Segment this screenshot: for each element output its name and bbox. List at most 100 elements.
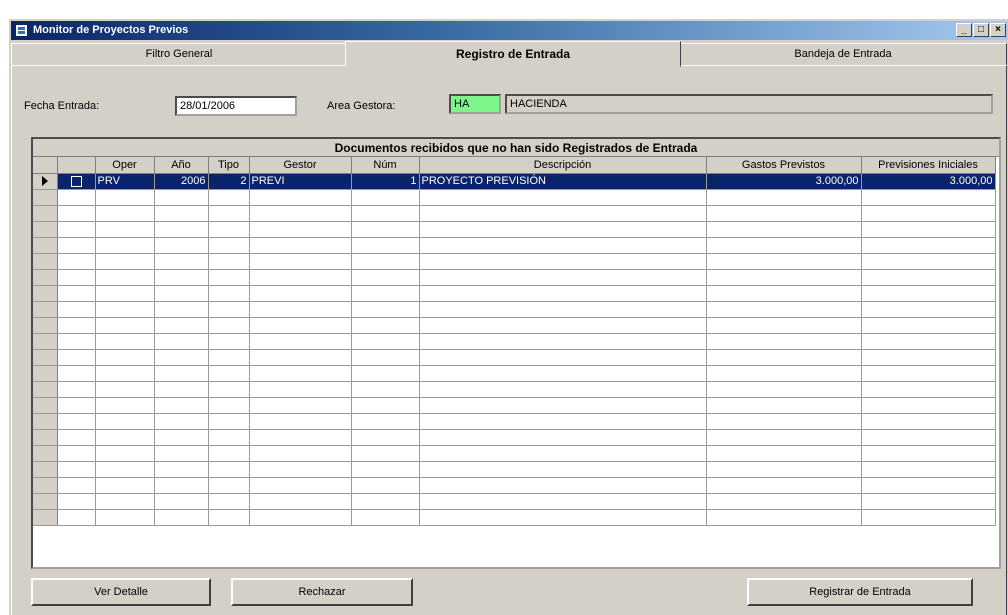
empty-cell[interactable] <box>57 365 96 382</box>
empty-cell[interactable] <box>419 317 707 334</box>
title-bar[interactable]: Monitor de Proyectos Previos _ □ × <box>11 21 1008 40</box>
empty-cell[interactable] <box>861 397 996 414</box>
empty-cell[interactable] <box>861 429 996 446</box>
row-checkbox[interactable] <box>70 175 82 187</box>
empty-cell[interactable] <box>249 509 352 526</box>
empty-cell[interactable] <box>95 493 155 510</box>
empty-cell[interactable] <box>419 205 707 222</box>
empty-cell[interactable] <box>249 269 352 286</box>
empty-cell[interactable] <box>706 477 862 494</box>
col-header-gestor[interactable]: Gestor <box>249 157 352 174</box>
empty-cell[interactable] <box>95 285 155 302</box>
empty-cell[interactable] <box>57 429 96 446</box>
empty-cell[interactable] <box>154 237 209 254</box>
empty-cell[interactable] <box>351 333 420 350</box>
empty-cell[interactable] <box>57 509 96 526</box>
empty-cell[interactable] <box>351 221 420 238</box>
empty-cell[interactable] <box>351 461 420 478</box>
empty-cell[interactable] <box>351 477 420 494</box>
fecha-entrada-field[interactable]: 28/01/2006 <box>175 96 297 116</box>
empty-cell[interactable] <box>249 493 352 510</box>
table-row-empty[interactable] <box>33 397 996 414</box>
empty-cell[interactable] <box>861 461 996 478</box>
empty-cell[interactable] <box>706 237 862 254</box>
table-row-empty[interactable] <box>33 333 996 350</box>
empty-cell[interactable] <box>861 381 996 398</box>
table-row-empty[interactable] <box>33 221 996 238</box>
col-header-tipo[interactable]: Tipo <box>208 157 250 174</box>
registrar-entrada-button[interactable]: Registrar de Entrada <box>747 578 973 606</box>
cell-oper[interactable]: PRV <box>95 173 155 190</box>
empty-cell[interactable] <box>154 509 209 526</box>
area-code-field[interactable]: HA <box>449 94 501 114</box>
table-row-empty[interactable] <box>33 205 996 222</box>
empty-cell[interactable] <box>95 205 155 222</box>
empty-cell[interactable] <box>208 237 250 254</box>
empty-cell[interactable] <box>706 381 862 398</box>
empty-cell[interactable] <box>419 461 707 478</box>
empty-cell[interactable] <box>249 461 352 478</box>
empty-cell[interactable] <box>57 301 96 318</box>
empty-cell[interactable] <box>419 365 707 382</box>
empty-cell[interactable] <box>351 237 420 254</box>
table-row-empty[interactable] <box>33 493 996 510</box>
empty-cell[interactable] <box>208 413 250 430</box>
empty-cell[interactable] <box>861 333 996 350</box>
empty-cell[interactable] <box>95 461 155 478</box>
empty-cell[interactable] <box>95 189 155 206</box>
empty-cell[interactable] <box>861 365 996 382</box>
empty-cell[interactable] <box>249 189 352 206</box>
empty-cell[interactable] <box>706 317 862 334</box>
empty-cell[interactable] <box>95 429 155 446</box>
cell-num[interactable]: 1 <box>351 173 420 190</box>
empty-cell[interactable] <box>57 333 96 350</box>
empty-cell[interactable] <box>706 429 862 446</box>
empty-cell[interactable] <box>154 269 209 286</box>
empty-cell[interactable] <box>249 205 352 222</box>
empty-cell[interactable] <box>861 269 996 286</box>
col-header-oper[interactable]: Oper <box>95 157 155 174</box>
empty-cell[interactable] <box>419 221 707 238</box>
empty-cell[interactable] <box>351 397 420 414</box>
empty-cell[interactable] <box>57 221 96 238</box>
empty-cell[interactable] <box>208 205 250 222</box>
empty-cell[interactable] <box>208 445 250 462</box>
empty-cell[interactable] <box>57 189 96 206</box>
empty-cell[interactable] <box>154 317 209 334</box>
empty-cell[interactable] <box>154 221 209 238</box>
empty-cell[interactable] <box>706 285 862 302</box>
empty-cell[interactable] <box>208 509 250 526</box>
empty-cell[interactable] <box>249 237 352 254</box>
empty-cell[interactable] <box>706 269 862 286</box>
table-row-empty[interactable] <box>33 253 996 270</box>
empty-cell[interactable] <box>706 445 862 462</box>
empty-cell[interactable] <box>208 477 250 494</box>
empty-cell[interactable] <box>208 461 250 478</box>
empty-cell[interactable] <box>154 413 209 430</box>
empty-cell[interactable] <box>95 413 155 430</box>
table-row-empty[interactable] <box>33 237 996 254</box>
empty-cell[interactable] <box>861 301 996 318</box>
empty-cell[interactable] <box>419 349 707 366</box>
empty-cell[interactable] <box>419 333 707 350</box>
empty-cell[interactable] <box>208 189 250 206</box>
table-row-empty[interactable] <box>33 301 996 318</box>
empty-cell[interactable] <box>95 381 155 398</box>
close-button[interactable]: × <box>990 23 1006 37</box>
empty-cell[interactable] <box>208 365 250 382</box>
col-header-anio[interactable]: Año <box>154 157 209 174</box>
empty-cell[interactable] <box>706 413 862 430</box>
empty-cell[interactable] <box>154 365 209 382</box>
empty-cell[interactable] <box>249 301 352 318</box>
minimize-button[interactable]: _ <box>956 23 972 37</box>
empty-cell[interactable] <box>419 301 707 318</box>
maximize-button[interactable]: □ <box>973 23 989 37</box>
table-row-empty[interactable] <box>33 317 996 334</box>
table-row-empty[interactable] <box>33 269 996 286</box>
empty-cell[interactable] <box>861 285 996 302</box>
empty-cell[interactable] <box>57 253 96 270</box>
table-row-empty[interactable] <box>33 285 996 302</box>
empty-cell[interactable] <box>57 397 96 414</box>
empty-cell[interactable] <box>208 381 250 398</box>
table-row-empty[interactable] <box>33 509 996 526</box>
